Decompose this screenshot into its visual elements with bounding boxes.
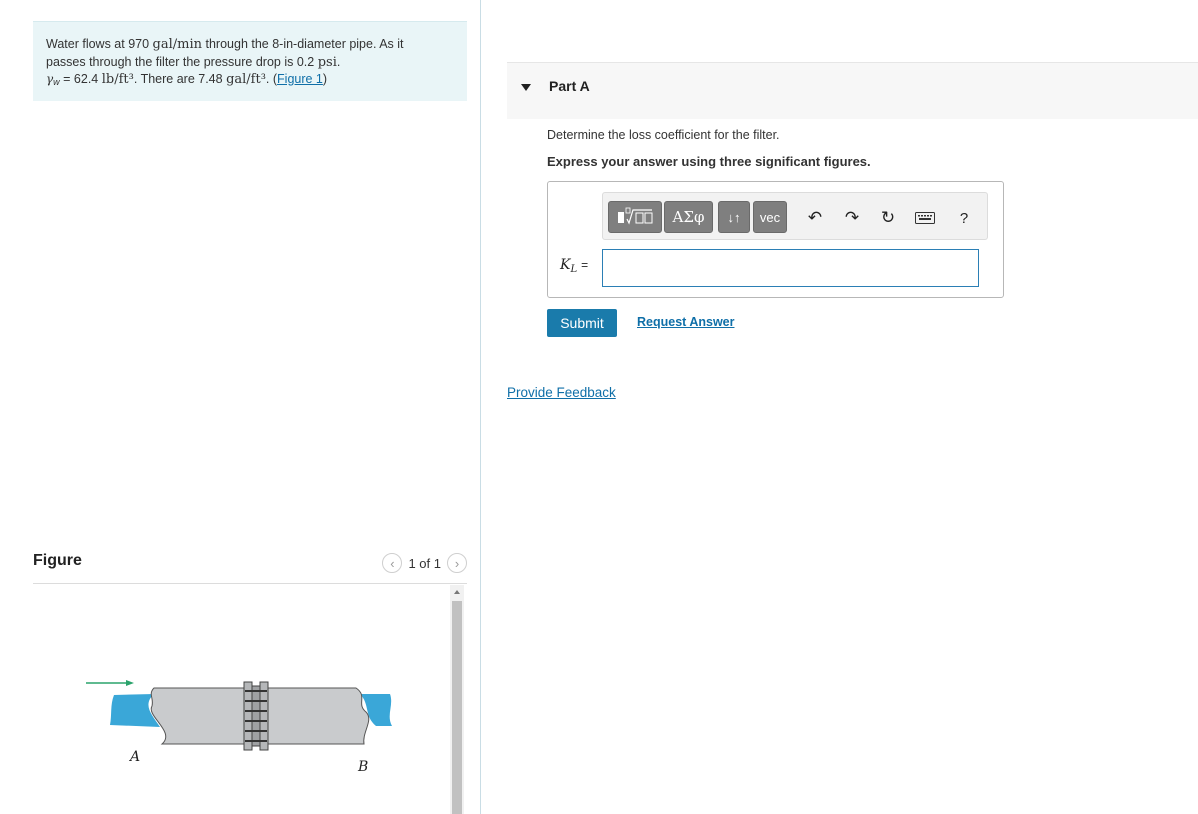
figure-header: Figure ‹ 1 of 1 › [33, 548, 467, 584]
problem-text: . ( [265, 72, 278, 86]
problem-text: . [336, 54, 341, 69]
templates-icon [618, 207, 653, 225]
conversion-unit: gal/ft³ [226, 72, 266, 87]
answer-subscript: L [570, 264, 578, 275]
scroll-thumb[interactable] [452, 601, 462, 814]
instruction-text: Express your answer using three signific… [547, 154, 871, 169]
vector-button[interactable]: vec [753, 201, 787, 233]
request-answer-link[interactable]: Request Answer [637, 315, 734, 329]
figure-pager: ‹ 1 of 1 › [382, 553, 467, 573]
math-toolbar: ΑΣφ ↓↑ vec ↶ ↷ ↻ ? [602, 192, 988, 240]
answer-input[interactable] [602, 249, 979, 287]
figure-title: Figure [33, 552, 82, 569]
point-b-label: B [358, 759, 369, 775]
prev-figure-button[interactable]: ‹ [382, 553, 403, 573]
redo-icon[interactable]: ↷ [841, 207, 863, 229]
gamma-value: = 62.4 [63, 72, 99, 86]
filter-core [251, 685, 261, 747]
templates-button[interactable] [608, 201, 662, 233]
flow-unit: gal/min [152, 37, 203, 52]
gamma-unit: lb/ft³ [101, 72, 134, 87]
part-title: Part A [549, 78, 590, 94]
point-a-label: A [130, 749, 141, 765]
figure-scrollbar[interactable] [450, 585, 464, 814]
collapse-triangle-icon[interactable] [521, 84, 531, 91]
question-text: Determine the loss coefficient for the f… [547, 128, 780, 142]
next-figure-button[interactable]: › [447, 553, 467, 573]
reset-icon[interactable]: ↻ [877, 207, 899, 229]
help-icon[interactable]: ? [953, 207, 975, 229]
problem-text: . There are 7.48 [133, 72, 223, 86]
pager-text: 1 of 1 [408, 555, 441, 571]
filter-flange-right [259, 681, 269, 751]
equals-sign: = [581, 258, 589, 272]
flow-arrowhead [126, 680, 134, 686]
panel-divider [480, 0, 481, 814]
greek-symbols-button[interactable]: ΑΣφ [664, 201, 713, 233]
answer-symbol: K [560, 257, 571, 273]
filter-flange-left [243, 681, 253, 751]
scroll-up-icon[interactable] [450, 585, 464, 599]
chevron-left-icon: ‹ [390, 555, 395, 571]
pipe-left [150, 687, 247, 745]
submit-button[interactable]: Submit [547, 309, 617, 337]
pipe-filter-figure [86, 680, 392, 751]
answer-variable-label: KL = [560, 257, 588, 275]
problem-text: Water flows at 970 [46, 37, 150, 51]
problem-text: passes through the filter the pressure d… [46, 54, 315, 69]
problem-text: through the 8-in-diameter pipe. As it [205, 37, 404, 51]
left-panel: Water flows at 970 gal/min through the 8… [0, 0, 480, 814]
pressure-unit: psi [317, 54, 337, 70]
chevron-right-icon: › [454, 555, 460, 571]
part-a-header[interactable]: Part A [507, 62, 1198, 119]
keyboard-glyph [915, 212, 935, 224]
provide-feedback-link[interactable]: Provide Feedback [507, 385, 616, 400]
undo-icon[interactable]: ↶ [804, 207, 826, 229]
problem-text: ) [322, 72, 328, 86]
problem-statement: Water flows at 970 gal/min through the 8… [33, 21, 467, 101]
keyboard-icon[interactable] [914, 207, 936, 229]
answer-box: ΑΣφ ↓↑ vec ↶ ↷ ↻ ? KL = [547, 181, 1004, 298]
arrows-button[interactable]: ↓↑ [718, 201, 750, 233]
figure-link[interactable]: Figure 1 [277, 72, 323, 86]
gamma-subscript: w [53, 77, 60, 87]
pipe-right [267, 687, 370, 745]
